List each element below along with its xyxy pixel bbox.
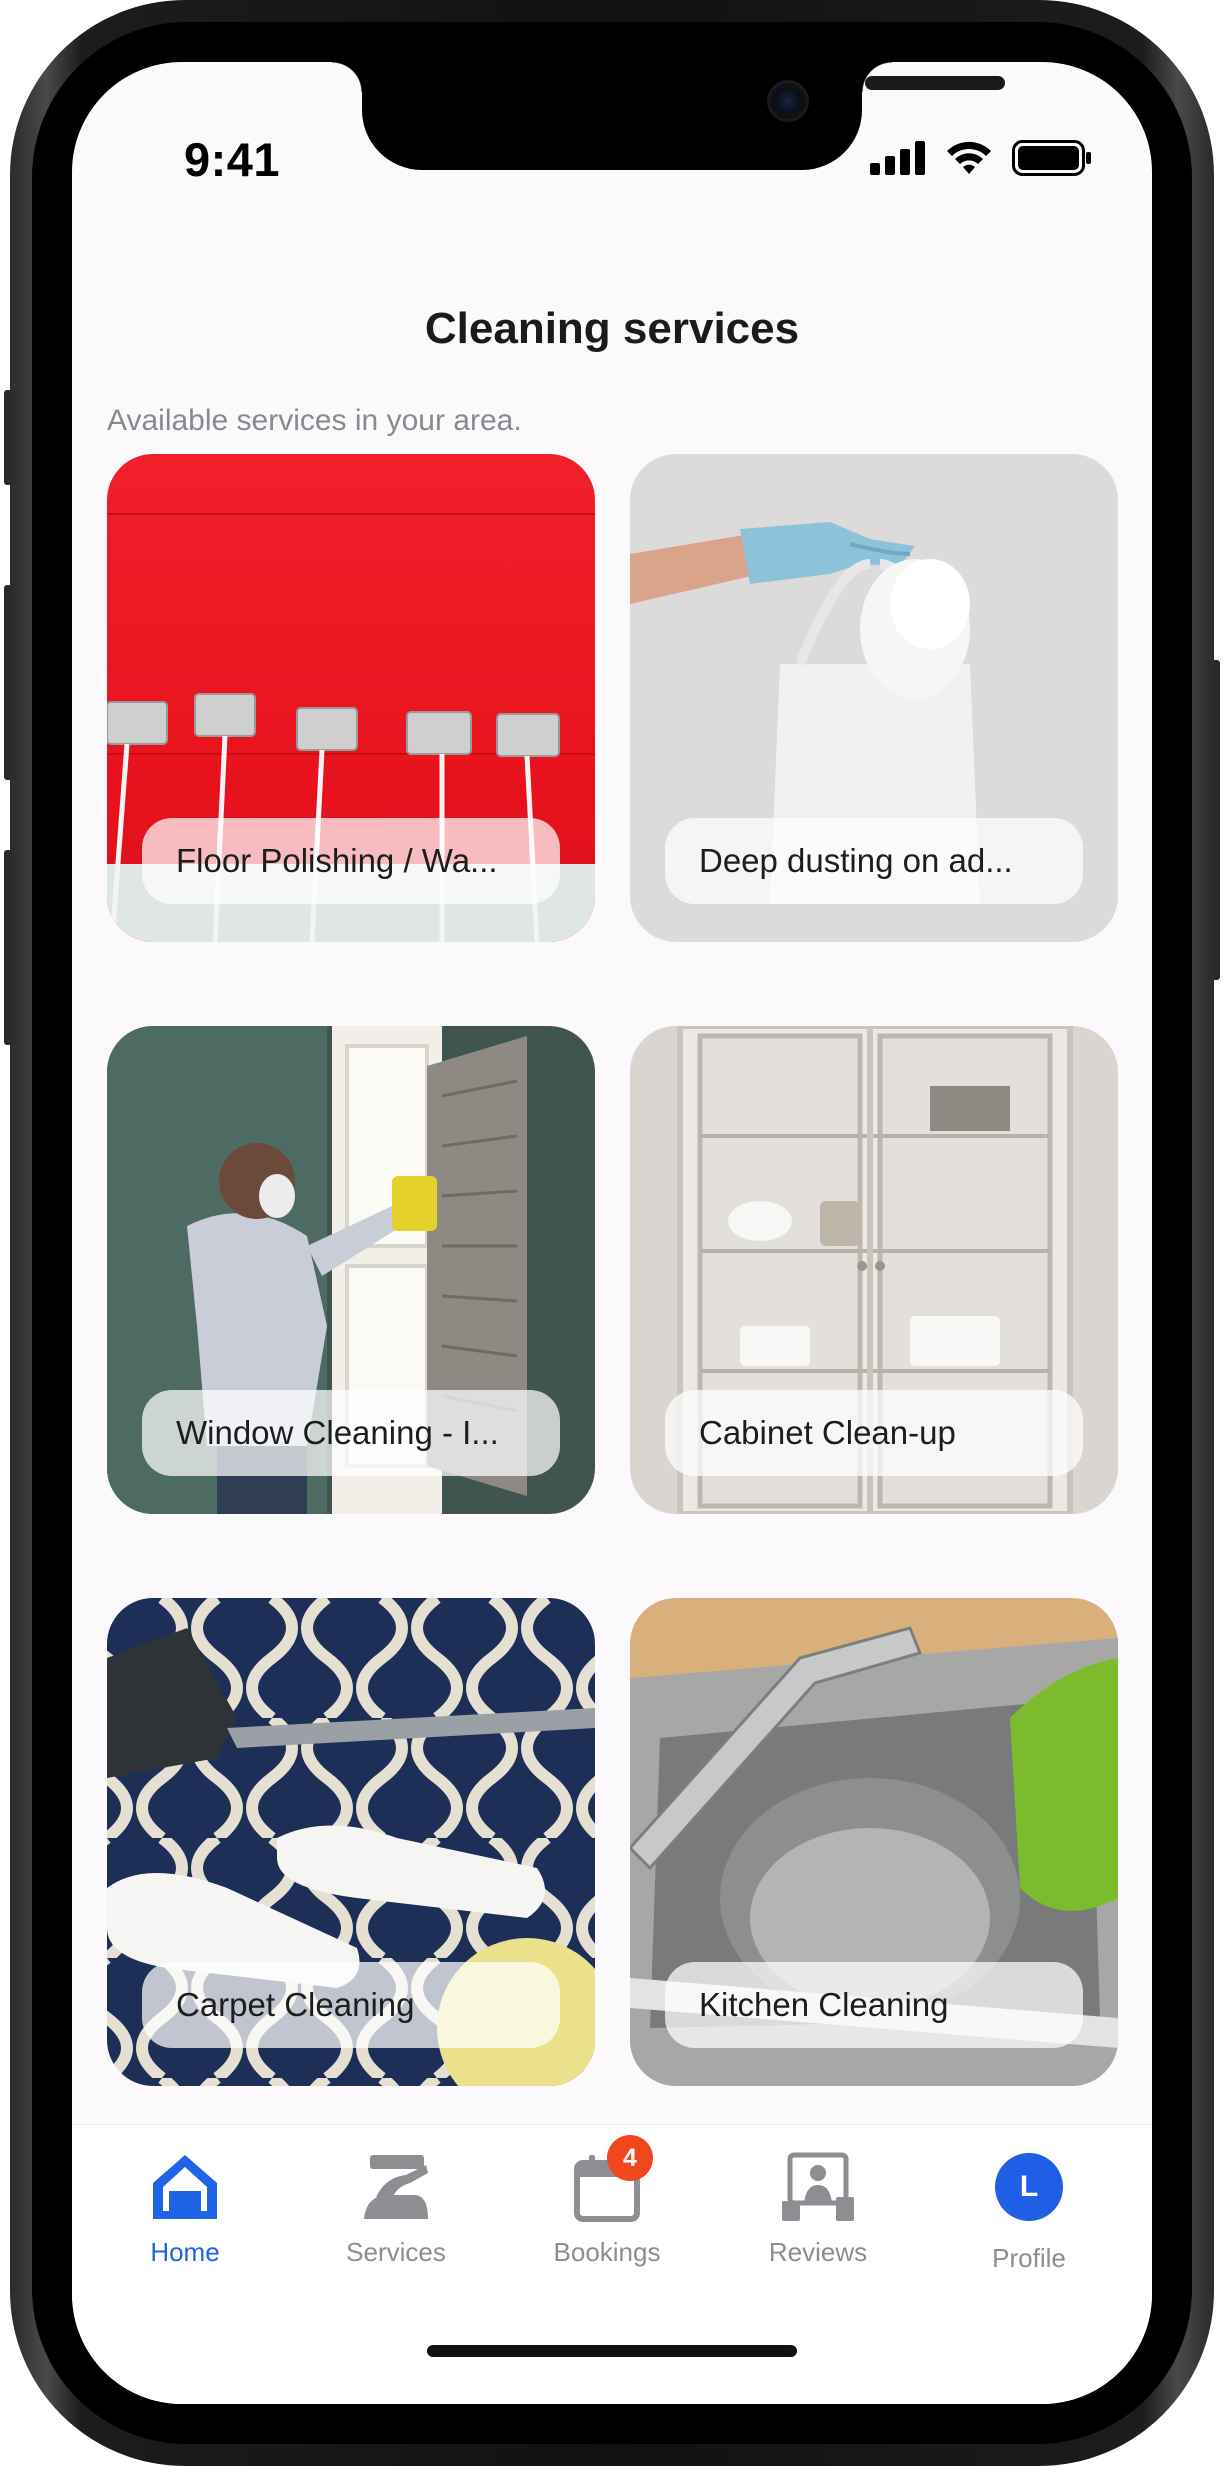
bookings-badge: 4 xyxy=(607,2135,653,2181)
service-card-cabinet-cleanup[interactable]: Cabinet Clean-up xyxy=(630,1026,1118,1514)
tab-profile[interactable]: L Profile xyxy=(929,2147,1129,2274)
tab-home[interactable]: Home xyxy=(85,2147,285,2268)
cellular-signal-icon xyxy=(870,141,925,175)
avatar-wrapper: L xyxy=(989,2153,1069,2233)
battery-icon xyxy=(1012,140,1091,176)
service-card-kitchen-cleaning[interactable]: Kitchen Cleaning xyxy=(630,1598,1118,2086)
tab-label: Reviews xyxy=(768,2237,868,2267)
service-card-deep-dusting[interactable]: Deep dusting on ad... xyxy=(630,454,1118,942)
calendar-icon: 4 xyxy=(567,2135,653,2227)
service-card-label: Carpet Cleaning xyxy=(142,1962,560,2048)
front-camera xyxy=(767,80,809,122)
volume-down-button xyxy=(4,850,12,1045)
tab-label: Home xyxy=(150,2237,220,2267)
tab-bar: Home Services 4 Bookings Reviews L Profi… xyxy=(72,2124,1152,2404)
tab-reviews[interactable]: Reviews xyxy=(718,2147,918,2268)
status-icons xyxy=(870,140,1092,176)
speaker-grille xyxy=(865,76,1005,90)
service-card-floor-polishing[interactable]: Floor Polishing / Wa... xyxy=(107,454,595,942)
service-card-label: Window Cleaning - I... xyxy=(142,1390,560,1476)
wifi-icon xyxy=(947,141,991,174)
silent-switch xyxy=(4,390,12,485)
app-screen: 9:41 Cleaning services Available service… xyxy=(72,62,1152,2404)
volume-up-button xyxy=(4,585,12,780)
tab-bookings[interactable]: 4 Bookings xyxy=(507,2135,707,2268)
home-indicator[interactable] xyxy=(427,2345,797,2357)
service-card-carpet-cleaning[interactable]: Carpet Cleaning xyxy=(107,1598,595,2086)
avatar: L xyxy=(995,2153,1063,2221)
tab-label: Bookings xyxy=(553,2237,661,2267)
power-button xyxy=(1212,660,1220,980)
service-card-window-cleaning[interactable]: Window Cleaning - I... xyxy=(107,1026,595,1514)
notch xyxy=(332,62,1005,170)
reviews-icon xyxy=(778,2147,858,2227)
service-card-label: Deep dusting on ad... xyxy=(665,818,1083,904)
service-card-label: Floor Polishing / Wa... xyxy=(142,818,560,904)
home-icon xyxy=(145,2147,225,2227)
service-card-label: Cabinet Clean-up xyxy=(665,1390,1083,1476)
page-title: Cleaning services xyxy=(424,304,800,353)
tab-services[interactable]: Services xyxy=(296,2147,496,2268)
tab-label: Profile xyxy=(992,2243,1066,2273)
status-time: 9:41 xyxy=(184,133,281,186)
page-subtitle: Available services in your area. xyxy=(107,404,522,437)
services-icon xyxy=(356,2147,436,2227)
tab-label: Services xyxy=(346,2237,446,2267)
service-card-label: Kitchen Cleaning xyxy=(665,1962,1083,2048)
